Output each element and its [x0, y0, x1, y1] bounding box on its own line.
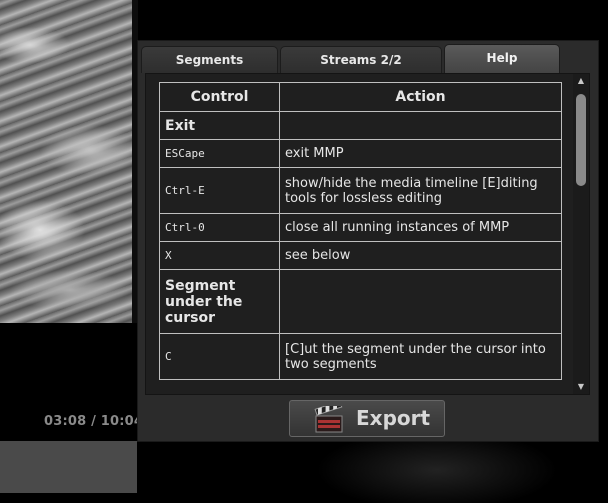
video-frame — [0, 0, 132, 323]
scrollbar-thumb[interactable] — [576, 94, 586, 186]
bottom-control-bar[interactable] — [0, 441, 137, 493]
action-cell: show/hide the media timeline [E]diting t… — [279, 167, 562, 214]
control-key: C — [159, 333, 280, 380]
control-key: Ctrl-E — [159, 167, 280, 214]
scroll-up-icon[interactable]: ▲ — [576, 76, 586, 86]
table-row: ESCape exit MMP — [159, 139, 562, 168]
panel-tabs: Segments Streams 2/2 Help — [138, 41, 598, 73]
column-header-control: Control — [159, 82, 280, 112]
control-key: Ctrl-0 — [159, 213, 280, 242]
action-cell: exit MMP — [279, 139, 562, 168]
table-row: X see below — [159, 241, 562, 270]
export-label: Export — [356, 406, 431, 430]
vertical-scrollbar[interactable]: ▲ ▼ — [573, 74, 589, 394]
action-cell: see below — [279, 241, 562, 270]
playback-timecode: 03:08 / 10:04 — [44, 414, 144, 429]
export-button[interactable]: Export — [289, 400, 445, 437]
table-row: Segment under the cursor — [159, 269, 562, 334]
editing-panel: Segments Streams 2/2 Help Control Action… — [137, 40, 599, 442]
table-row: Ctrl-0 close all running instances of MM… — [159, 213, 562, 242]
section-title: Segment under the cursor — [159, 269, 280, 334]
action-cell — [279, 111, 562, 140]
section-title: Exit — [159, 111, 280, 140]
table-row: Ctrl-E show/hide the media timeline [E]d… — [159, 167, 562, 214]
table-row: C [C]ut the segment under the cursor int… — [159, 333, 562, 380]
tab-help[interactable]: Help — [444, 44, 560, 73]
scroll-down-icon[interactable]: ▼ — [576, 382, 586, 392]
action-cell: close all running instances of MMP — [279, 213, 562, 242]
action-cell: [C]ut the segment under the cursor into … — [279, 333, 562, 380]
tab-segments[interactable]: Segments — [141, 46, 278, 73]
help-content[interactable]: Control Action Exit ESCape exit MMP Ctrl… — [145, 73, 590, 395]
tab-streams[interactable]: Streams 2/2 — [280, 46, 442, 73]
column-header-action: Action — [279, 82, 562, 112]
control-key: X — [159, 241, 280, 270]
control-key: ESCape — [159, 139, 280, 168]
table-row: Exit — [159, 111, 562, 140]
help-table: Control Action Exit ESCape exit MMP Ctrl… — [159, 82, 562, 380]
action-cell — [279, 269, 562, 334]
background-area — [137, 440, 608, 503]
clapperboard-icon — [314, 406, 343, 433]
table-header-row: Control Action — [159, 82, 562, 112]
